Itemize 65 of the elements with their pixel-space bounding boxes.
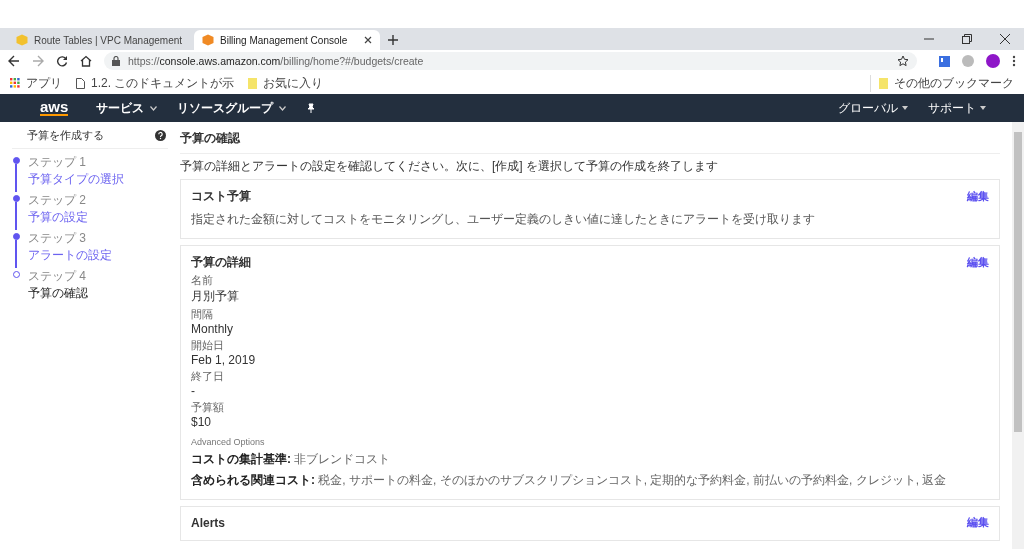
step-label: ステップ 3 <box>28 230 87 247</box>
step-label: ステップ 2 <box>28 192 87 209</box>
field-label: 予算額 <box>191 400 225 415</box>
back-icon[interactable] <box>8 55 20 67</box>
browser-tab[interactable]: Billing Management Console <box>194 30 380 50</box>
step-link[interactable]: アラートの設定 <box>28 247 112 264</box>
sidebar-title: 予算を作成する <box>27 128 104 143</box>
browser-tab[interactable]: Route Tables | VPC Management <box>8 30 194 50</box>
chevron-down-icon[interactable] <box>279 105 287 111</box>
section-label: Advanced Options <box>191 437 266 447</box>
logo[interactable]: aws <box>40 100 69 116</box>
bookmark[interactable]: アプリ <box>10 74 62 92</box>
nav-menu[interactable]: サービス <box>96 99 145 117</box>
option-text: 含められる関連コスト: 税金, サポートの料金, そのほかのサブスクリプションコスト, 定期的な予約料金, 前払いの予約料金, クレジット, 返金 <box>191 472 948 489</box>
field-label: 終了日 <box>191 369 225 384</box>
field-label: 間隔 <box>191 307 214 322</box>
home-icon[interactable] <box>80 55 92 67</box>
card-title: コスト予算 <box>191 188 251 205</box>
option-text: コストの集計基準: 非ブレンドコスト <box>191 451 392 468</box>
apps-grid-icon <box>10 78 20 88</box>
bookmark[interactable]: その他のブックマーク <box>870 74 1014 92</box>
step-label: ステップ 4 <box>28 268 87 285</box>
field-value: $10 <box>191 415 213 429</box>
field-label: 名前 <box>191 273 214 288</box>
edit-link[interactable]: 編集 <box>967 255 989 270</box>
scrollbar[interactable] <box>1012 122 1024 549</box>
intro-text: 予算の詳細とアラートの設定を確認してください。次に、[作成] を選択して予算の作成を終了します <box>180 158 719 175</box>
pin-icon[interactable] <box>306 103 317 113</box>
caret-down-icon[interactable] <box>902 106 908 110</box>
close-icon[interactable] <box>364 36 372 44</box>
nav-menu[interactable]: リソースグループ <box>177 99 274 117</box>
edit-link[interactable]: 編集 <box>967 515 989 530</box>
page-icon <box>76 77 85 89</box>
field-label: 開始日 <box>191 338 225 353</box>
step-label: ステップ 1 <box>28 154 87 171</box>
step-link[interactable]: 予算タイプの選択 <box>28 171 124 188</box>
field-value: 月別予算 <box>191 288 240 305</box>
nav-menu[interactable]: サポート <box>928 99 976 117</box>
menu-icon[interactable] <box>1012 55 1016 67</box>
close-icon[interactable] <box>1000 34 1010 44</box>
folder-icon <box>248 77 258 89</box>
lock-icon <box>112 56 120 66</box>
card-title: 予算の詳細 <box>191 254 251 271</box>
folder-icon <box>879 77 888 89</box>
bookmark[interactable]: お気に入り <box>248 74 324 92</box>
caret-down-icon[interactable] <box>980 106 986 110</box>
chevron-down-icon[interactable] <box>150 105 158 111</box>
bookmark[interactable]: 1.2. このドキュメントが示 <box>76 74 235 92</box>
star-icon[interactable] <box>897 55 909 67</box>
field-value: Feb 1, 2019 <box>191 353 257 367</box>
reload-icon[interactable] <box>56 55 68 67</box>
page-title: 予算の確認 <box>180 130 1000 154</box>
edit-link[interactable]: 編集 <box>967 189 989 204</box>
restore-icon[interactable] <box>962 34 972 44</box>
address-bar[interactable]: https://console.aws.amazon.com/billing/home?#/budgets/create <box>104 52 917 70</box>
help-icon[interactable] <box>155 130 166 141</box>
field-value: - <box>191 384 196 398</box>
card-title: Alerts <box>191 515 225 530</box>
card-description: 指定された金額に対してコストをモニタリングし、ユーザー定義のしきい値に達したときにアラートを受け取ります <box>191 211 816 228</box>
step-link[interactable]: 予算の設定 <box>28 209 88 226</box>
new-tab-icon[interactable] <box>388 35 398 45</box>
avatar-icon[interactable] <box>986 54 1000 68</box>
nav-menu[interactable]: グローバル <box>838 99 898 117</box>
extension-icon[interactable] <box>939 55 950 67</box>
field-value: Monthly <box>191 322 235 336</box>
